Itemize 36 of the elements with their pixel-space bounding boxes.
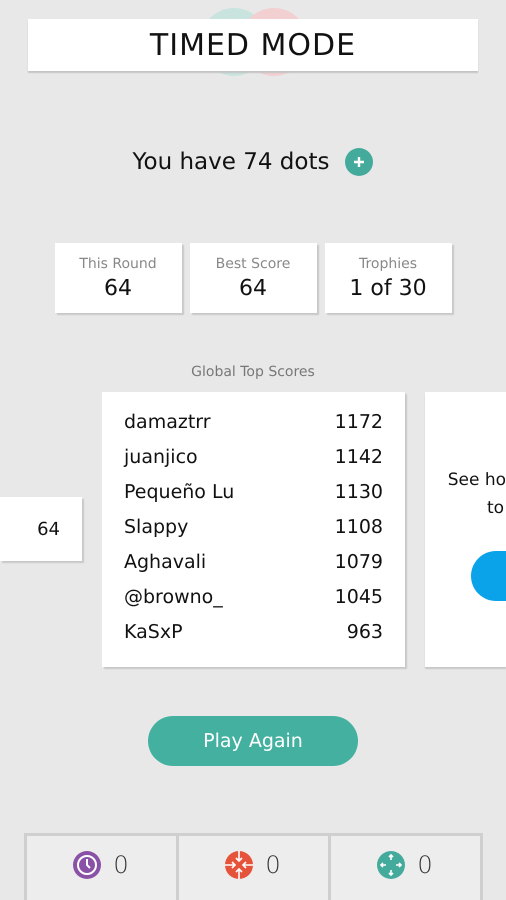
- stat-value: 1 of 30: [349, 276, 427, 300]
- powerup-count: 0: [113, 851, 129, 879]
- stat-label: Trophies: [358, 256, 418, 272]
- clock-icon: [73, 851, 102, 879]
- card-text: See ho: [448, 468, 506, 492]
- stat-value: 64: [104, 276, 132, 300]
- player-name: Aghavali: [124, 551, 206, 573]
- score-value: 64: [37, 518, 60, 540]
- player-score: 1108: [334, 516, 383, 538]
- stat-label: This Round: [79, 256, 157, 272]
- player-name: Pequeño Lu: [124, 481, 234, 503]
- player-name: Slappy: [124, 516, 188, 538]
- previous-card[interactable]: 64: [0, 497, 82, 561]
- player-name: damaztrr: [124, 411, 211, 433]
- page-title: TIMED MODE: [150, 28, 356, 62]
- arrows-inward-icon: [225, 851, 254, 879]
- player-score: 1142: [334, 446, 383, 468]
- card-text: to: [487, 496, 504, 520]
- player-score: 1045: [334, 586, 383, 608]
- leaderboard-title: Global Top Scores: [191, 364, 315, 380]
- arrows-outward-icon: [377, 851, 406, 879]
- player-score: 1079: [334, 551, 383, 573]
- player-name: KaSxP: [124, 621, 183, 643]
- powerup-count: 0: [417, 851, 433, 879]
- plus-icon[interactable]: [345, 148, 374, 176]
- powerup-count: 0: [265, 851, 281, 879]
- player-name: @browno_: [124, 586, 223, 608]
- card-button[interactable]: [471, 550, 506, 600]
- player-score: 1172: [334, 411, 383, 433]
- player-score: 1130: [334, 481, 383, 503]
- stat-label: Best Score: [216, 256, 290, 272]
- player-score: 963: [346, 621, 383, 643]
- stat-value: 64: [239, 276, 267, 300]
- player-name: juanjico: [124, 446, 198, 468]
- next-card[interactable]: See ho to: [425, 392, 506, 666]
- dots-count: You have 74 dots: [132, 149, 330, 175]
